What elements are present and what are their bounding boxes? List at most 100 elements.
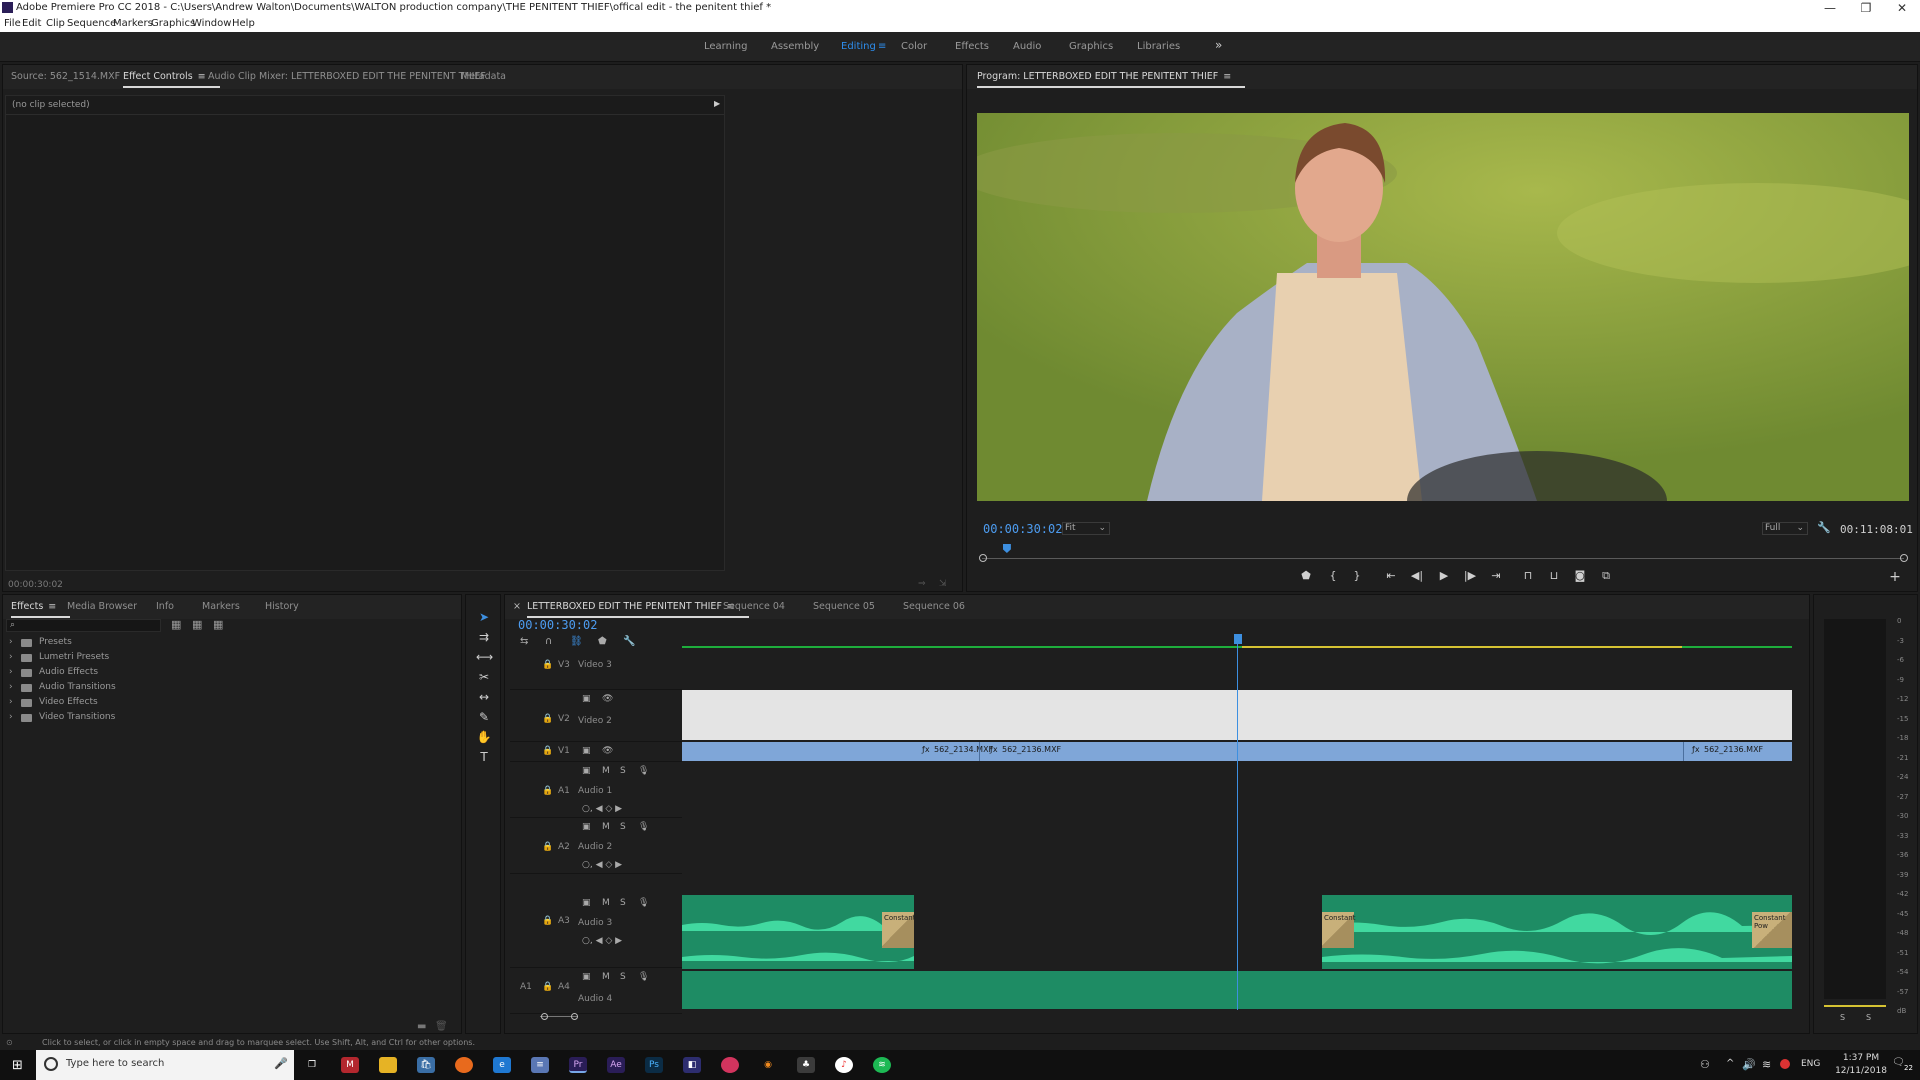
film-icon[interactable]: ▣: [582, 766, 591, 776]
marker-icon[interactable]: ⬟: [1298, 569, 1314, 582]
tab-source[interactable]: Source: 562_1514.MXF: [11, 71, 120, 82]
lock-icon[interactable]: 🔒: [542, 916, 553, 926]
a3-transition-left[interactable]: Constant: [882, 912, 915, 948]
mute-icon[interactable]: M: [602, 972, 610, 982]
selection-tool-icon[interactable]: ➤: [476, 610, 492, 626]
solo-left-button[interactable]: S: [1840, 1013, 1845, 1022]
clock-time[interactable]: 1:37 PM: [1836, 1053, 1886, 1063]
spotify-icon[interactable]: ≋: [873, 1057, 891, 1073]
taskbar-search[interactable]: Type here to search 🎤: [36, 1050, 294, 1080]
chevron-right-icon[interactable]: ›: [9, 712, 13, 722]
zoom-level-dropdown[interactable]: Fit ⌄: [1062, 522, 1110, 535]
tab-sequence-05[interactable]: Sequence 05: [813, 601, 875, 612]
accelerated-effects-icon[interactable]: ▦: [171, 618, 181, 631]
menu-markers[interactable]: Markers: [113, 18, 153, 29]
effects-search-box[interactable]: ⌕: [6, 619, 161, 632]
close-sequence-icon[interactable]: ×: [513, 601, 521, 612]
edge-icon[interactable]: e: [493, 1057, 511, 1073]
menu-clip[interactable]: Clip: [46, 18, 65, 29]
media-encoder-icon[interactable]: ◧: [683, 1057, 701, 1073]
tray-expand-icon[interactable]: ^: [1726, 1058, 1734, 1069]
yuv-effects-icon[interactable]: ▦: [213, 618, 223, 631]
mark-out-icon[interactable]: }: [1349, 569, 1365, 582]
mic-icon[interactable]: 🎙: [638, 822, 649, 832]
game-icon[interactable]: ♣: [797, 1057, 815, 1073]
menu-edit[interactable]: Edit: [22, 18, 41, 29]
itunes-icon[interactable]: ♪: [835, 1057, 853, 1073]
delete-icon[interactable]: 🗑: [435, 1021, 448, 1032]
lock-icon[interactable]: 🔒: [542, 714, 553, 724]
chevron-right-icon[interactable]: ›: [9, 697, 13, 707]
close-button[interactable]: ✕: [1887, 1, 1917, 15]
lock-icon[interactable]: 🔒: [542, 842, 553, 852]
file-explorer-icon[interactable]: [379, 1057, 397, 1073]
film-icon[interactable]: ▣: [582, 746, 591, 756]
keyframe-nav-icon[interactable]: ○, ◀ ◇ ▶: [582, 804, 622, 814]
after-effects-taskbar-icon[interactable]: Ae: [607, 1057, 625, 1073]
lock-icon[interactable]: 🔒: [542, 746, 553, 756]
zoom-slider-handle[interactable]: [571, 1013, 578, 1020]
people-icon[interactable]: ⚇: [1700, 1058, 1710, 1071]
tab-sequence-06[interactable]: Sequence 06: [903, 601, 965, 612]
menu-sequence[interactable]: Sequence: [67, 18, 116, 29]
play-icon[interactable]: ▶: [1436, 569, 1452, 582]
go-to-in-icon[interactable]: ⇤: [1383, 569, 1399, 582]
timeline-timecode[interactable]: 00:00:30:02: [518, 618, 597, 632]
timeline-track-area[interactable]: ƒx 562_2134.MXF ƒx 562_2136.MXF ƒx 562_2…: [682, 620, 1792, 1010]
tab-sequence-04[interactable]: Sequence 04: [723, 601, 785, 612]
mcafee-tray-icon[interactable]: [1780, 1059, 1790, 1069]
step-forward-icon[interactable]: |▶: [1462, 569, 1478, 582]
program-current-timecode[interactable]: 00:00:30:02: [983, 522, 1062, 536]
chevron-right-icon[interactable]: ›: [9, 652, 13, 662]
restore-button[interactable]: ❐: [1851, 1, 1881, 15]
lock-icon[interactable]: 🔒: [542, 786, 553, 796]
lift-icon[interactable]: ⊓: [1520, 569, 1536, 582]
mcafee-icon[interactable]: M: [341, 1057, 359, 1073]
tab-effect-controls[interactable]: Effect Controls ≡: [123, 71, 220, 88]
tab-media-browser[interactable]: Media Browser: [67, 601, 137, 612]
photoshop-taskbar-icon[interactable]: Ps: [645, 1057, 663, 1073]
davinci-icon[interactable]: [721, 1057, 739, 1073]
tab-markers[interactable]: Markers: [202, 601, 240, 612]
track-select-tool-icon[interactable]: ⇉: [476, 630, 492, 646]
program-video-frame[interactable]: [977, 113, 1909, 501]
effects-search-input[interactable]: [21, 620, 157, 631]
mic-icon[interactable]: 🎙: [638, 766, 649, 776]
minimize-button[interactable]: —: [1815, 1, 1845, 15]
blender-icon[interactable]: ◉: [759, 1057, 777, 1073]
timeline-playhead-handle[interactable]: [1234, 634, 1242, 644]
volume-icon[interactable]: 🔊: [1742, 1058, 1756, 1071]
export-frame-icon[interactable]: ◙: [1572, 569, 1588, 582]
add-marker-icon[interactable]: ⬟: [598, 636, 607, 647]
windows-start-icon[interactable]: ⊞: [12, 1058, 23, 1073]
wifi-icon[interactable]: ≋: [1762, 1058, 1771, 1071]
zoom-handle-left[interactable]: [979, 554, 987, 562]
a3-transition-mid[interactable]: Constant: [1322, 912, 1355, 948]
mute-icon[interactable]: M: [602, 898, 610, 908]
export-icon[interactable]: ⇲: [939, 579, 947, 589]
filter-icon[interactable]: ⇒: [918, 579, 926, 589]
ripple-edit-tool-icon[interactable]: ⟷: [476, 650, 493, 666]
mute-icon[interactable]: M: [602, 766, 610, 776]
lock-icon[interactable]: 🔒: [542, 982, 553, 992]
a3-clip-right[interactable]: [1322, 895, 1792, 969]
settings-wrench-icon[interactable]: 🔧: [1817, 521, 1831, 534]
extract-icon[interactable]: ⊔: [1546, 569, 1562, 582]
chevron-right-icon[interactable]: ›: [9, 682, 13, 692]
32bit-effects-icon[interactable]: ▦: [192, 618, 202, 631]
film-icon[interactable]: ▣: [582, 694, 591, 704]
menu-graphics[interactable]: Graphics: [151, 18, 195, 29]
tab-history[interactable]: History: [265, 601, 299, 612]
workspace-graphics[interactable]: Graphics: [1069, 41, 1113, 52]
workspace-audio[interactable]: Audio: [1013, 41, 1041, 52]
solo-icon[interactable]: S: [620, 972, 626, 982]
workspace-libraries[interactable]: Libraries: [1137, 41, 1180, 52]
menu-help[interactable]: Help: [232, 18, 255, 29]
tab-program[interactable]: Program: LETTERBOXED EDIT THE PENITENT T…: [977, 71, 1246, 88]
tab-metadata[interactable]: Metadata: [461, 71, 506, 82]
eye-icon[interactable]: 👁: [602, 694, 613, 704]
film-icon[interactable]: ▣: [582, 822, 591, 832]
expand-arrow-icon[interactable]: ▶: [714, 99, 720, 108]
workspace-assembly[interactable]: Assembly: [771, 41, 819, 52]
chevron-right-icon[interactable]: ›: [9, 667, 13, 677]
